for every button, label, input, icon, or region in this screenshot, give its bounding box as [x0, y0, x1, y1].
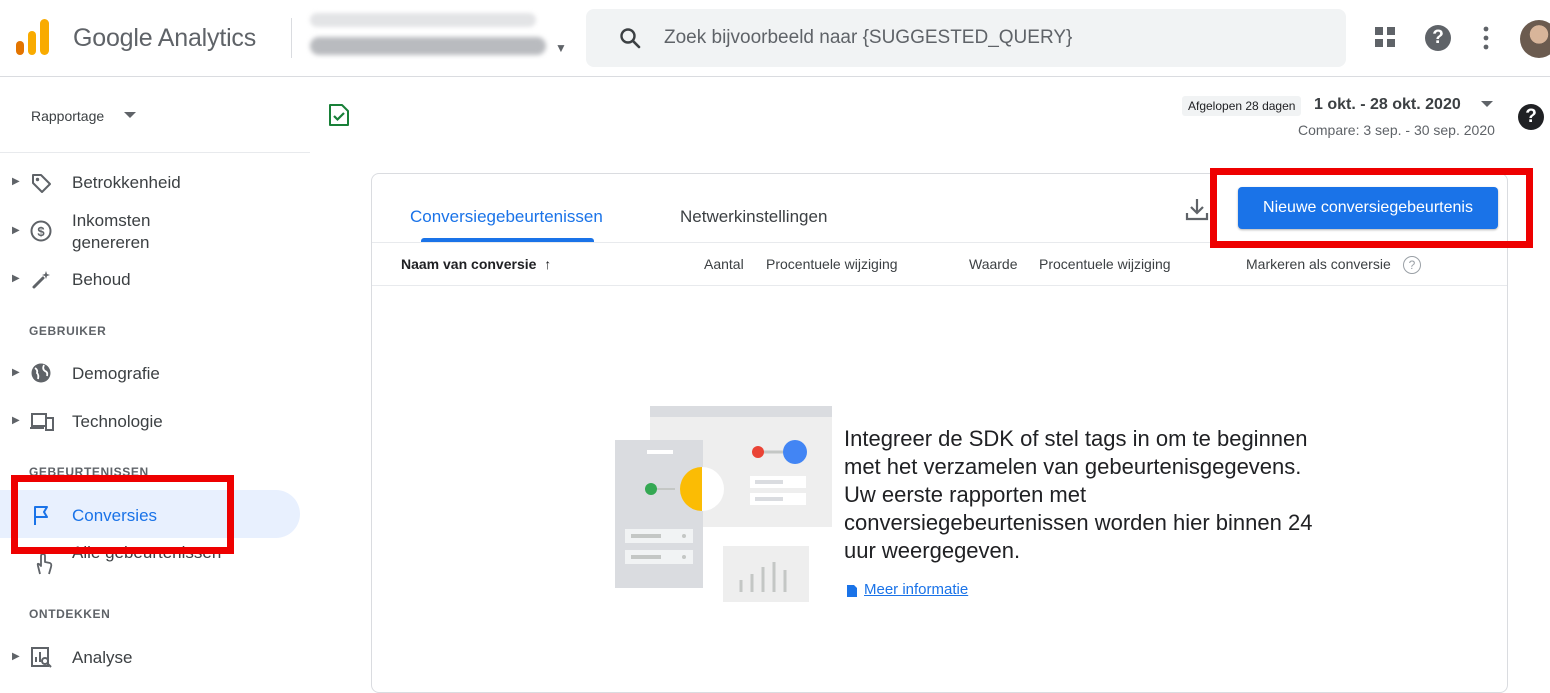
info-help-icon[interactable]: ?	[1403, 256, 1421, 274]
tab-network-settings[interactable]: Netwerkinstellingen	[680, 207, 827, 227]
help-icon[interactable]: ?	[1518, 104, 1544, 130]
expand-arrow-icon[interactable]: ▶	[12, 176, 20, 187]
document-icon	[847, 585, 857, 597]
sidebar: Rapportage ▶ Betrokkenheid ▶ $ Inkomsten…	[0, 78, 310, 680]
tag-icon	[32, 174, 51, 193]
property-name-blurred	[310, 37, 546, 55]
sidebar-item-label: Demografie	[72, 364, 160, 383]
account-selector[interactable]: ▼	[310, 13, 567, 55]
sidebar-item-label: Analyse	[72, 648, 133, 667]
expand-arrow-icon[interactable]: ▶	[12, 273, 20, 284]
search-icon	[620, 28, 641, 49]
column-header-value[interactable]: Waarde	[969, 256, 1018, 272]
sidebar-item-demographics[interactable]: ▶ Demografie	[0, 361, 300, 387]
analytics-logo-icon[interactable]	[16, 19, 50, 55]
column-header-name[interactable]: Naam van conversie ↑	[401, 256, 551, 272]
highlight-box-new-button	[1210, 168, 1533, 248]
avatar[interactable]	[1520, 20, 1550, 58]
sidebar-item-retention[interactable]: ▶ Behoud	[0, 267, 300, 293]
expand-arrow-icon[interactable]: ▶	[12, 651, 20, 662]
devices-icon	[30, 413, 54, 431]
expand-arrow-icon[interactable]: ▶	[12, 415, 20, 426]
highlight-box-conversions	[11, 475, 234, 554]
search-input[interactable]	[664, 23, 1304, 53]
header-divider	[372, 285, 1507, 286]
search-bar[interactable]	[586, 9, 1346, 67]
sidebar-item-label: Inkomsten genereren	[72, 211, 151, 252]
expand-arrow-icon[interactable]: ▶	[12, 367, 20, 378]
tab-conversion-events[interactable]: Conversiegebeurtenissen	[410, 207, 603, 227]
sort-ascending-icon: ↑	[544, 256, 552, 272]
report-selector-label: Rapportage	[31, 108, 105, 124]
more-info-link[interactable]: Meer informatie	[864, 581, 968, 598]
sidebar-item-label: Technologie	[72, 412, 163, 431]
report-check-icon[interactable]	[328, 103, 350, 127]
account-path-blurred	[310, 13, 536, 27]
expand-arrow-icon[interactable]: ▶	[12, 225, 20, 236]
empty-state-illustration	[615, 406, 832, 602]
globe-icon	[31, 363, 51, 383]
analysis-icon	[31, 647, 52, 668]
date-preset-chip[interactable]: Afgelopen 28 dagen	[1182, 96, 1302, 116]
chevron-down-icon: ▼	[555, 41, 567, 55]
column-header-pct-change-2[interactable]: Procentuele wijziging	[1039, 256, 1171, 272]
sidebar-item-label: Betrokkenheid	[72, 173, 181, 192]
touch-icon	[36, 553, 53, 575]
column-header-mark-as-conversion[interactable]: Markeren als conversie	[1246, 256, 1391, 272]
app-title[interactable]: Google Analytics	[73, 24, 256, 53]
column-header-label: Naam van conversie	[401, 256, 537, 272]
column-header-pct-change-1[interactable]: Procentuele wijziging	[766, 256, 898, 272]
sidebar-item-analysis[interactable]: ▶ Analyse	[0, 645, 300, 671]
magic-wand-icon	[32, 271, 50, 289]
compare-range: Compare: 3 sep. - 30 sep. 2020	[1298, 122, 1495, 138]
caret-down-icon	[124, 112, 136, 118]
svg-text:$: $	[37, 224, 45, 239]
sidebar-item-monetization[interactable]: ▶ $ Inkomsten genereren	[0, 210, 300, 254]
column-header-count[interactable]: Aantal	[704, 256, 744, 272]
sidebar-item-label: Behoud	[72, 270, 131, 289]
divider	[291, 18, 292, 58]
empty-state-message: Integreer de SDK of stel tags in om te b…	[844, 426, 1313, 563]
help-icon[interactable]: ?	[1425, 25, 1451, 51]
more-vert-icon[interactable]	[1482, 26, 1490, 50]
section-header-explore: ONTDEKKEN	[29, 607, 111, 621]
dollar-icon: $	[30, 220, 52, 242]
sidebar-item-technology[interactable]: ▶ Technologie	[0, 409, 300, 435]
report-selector[interactable]: Rapportage	[31, 108, 136, 124]
top-bar: Google Analytics ▼ ?	[0, 0, 1550, 77]
conversions-card: Conversiegebeurtenissen Netwerkinstellin…	[371, 173, 1508, 693]
sidebar-divider	[0, 152, 310, 153]
sidebar-item-engagement[interactable]: ▶ Betrokkenheid	[0, 170, 300, 196]
download-icon[interactable]	[1184, 196, 1210, 222]
date-range[interactable]: 1 okt. - 28 okt. 2020	[1314, 96, 1461, 114]
section-header-user: GEBRUIKER	[29, 324, 107, 338]
apps-grid-icon[interactable]	[1374, 26, 1396, 48]
caret-down-icon[interactable]	[1480, 99, 1494, 109]
